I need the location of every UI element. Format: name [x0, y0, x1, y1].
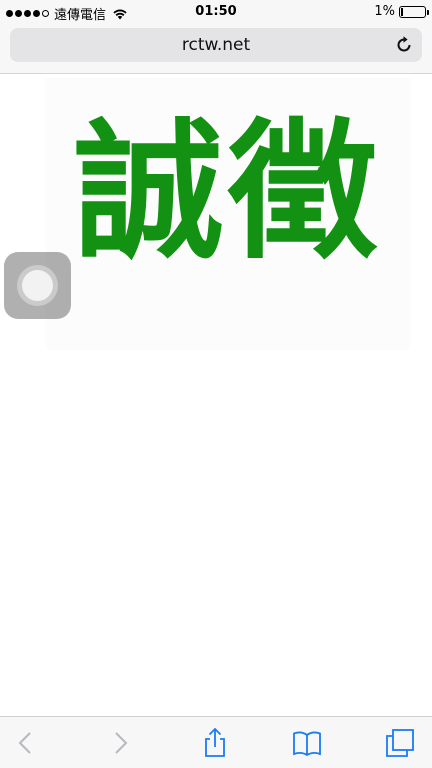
url-text[interactable]: rctw.net [10, 35, 422, 55]
assistive-touch-button[interactable] [4, 252, 71, 319]
bottom-toolbar [0, 716, 432, 768]
browser-header: rctw.net [0, 24, 432, 74]
reload-icon[interactable] [394, 35, 414, 55]
logo-image: 誠徵 [46, 78, 410, 350]
assistive-touch-center [22, 270, 53, 301]
share-icon [205, 727, 225, 757]
battery-icon [399, 5, 429, 18]
back-icon [18, 732, 31, 754]
forward-icon [115, 732, 128, 754]
address-bar[interactable]: rctw.net [10, 28, 422, 62]
web-content: 誠徵 [0, 74, 432, 716]
back-button[interactable] [10, 727, 42, 759]
clock: 01:50 [195, 4, 237, 19]
status-right: 1% [374, 4, 429, 19]
status-bar: 遠傳電信 01:50 1% [0, 0, 432, 24]
tabs-icon [386, 729, 414, 757]
bookmarks-icon [293, 731, 321, 757]
share-button[interactable] [199, 727, 231, 759]
logo-text: 誠徵 [73, 106, 382, 280]
battery-fill [401, 7, 403, 16]
battery-percent: 1% [374, 4, 395, 19]
tabs-button[interactable] [384, 727, 416, 759]
forward-button[interactable] [104, 727, 136, 759]
bookmarks-button[interactable] [291, 727, 323, 759]
